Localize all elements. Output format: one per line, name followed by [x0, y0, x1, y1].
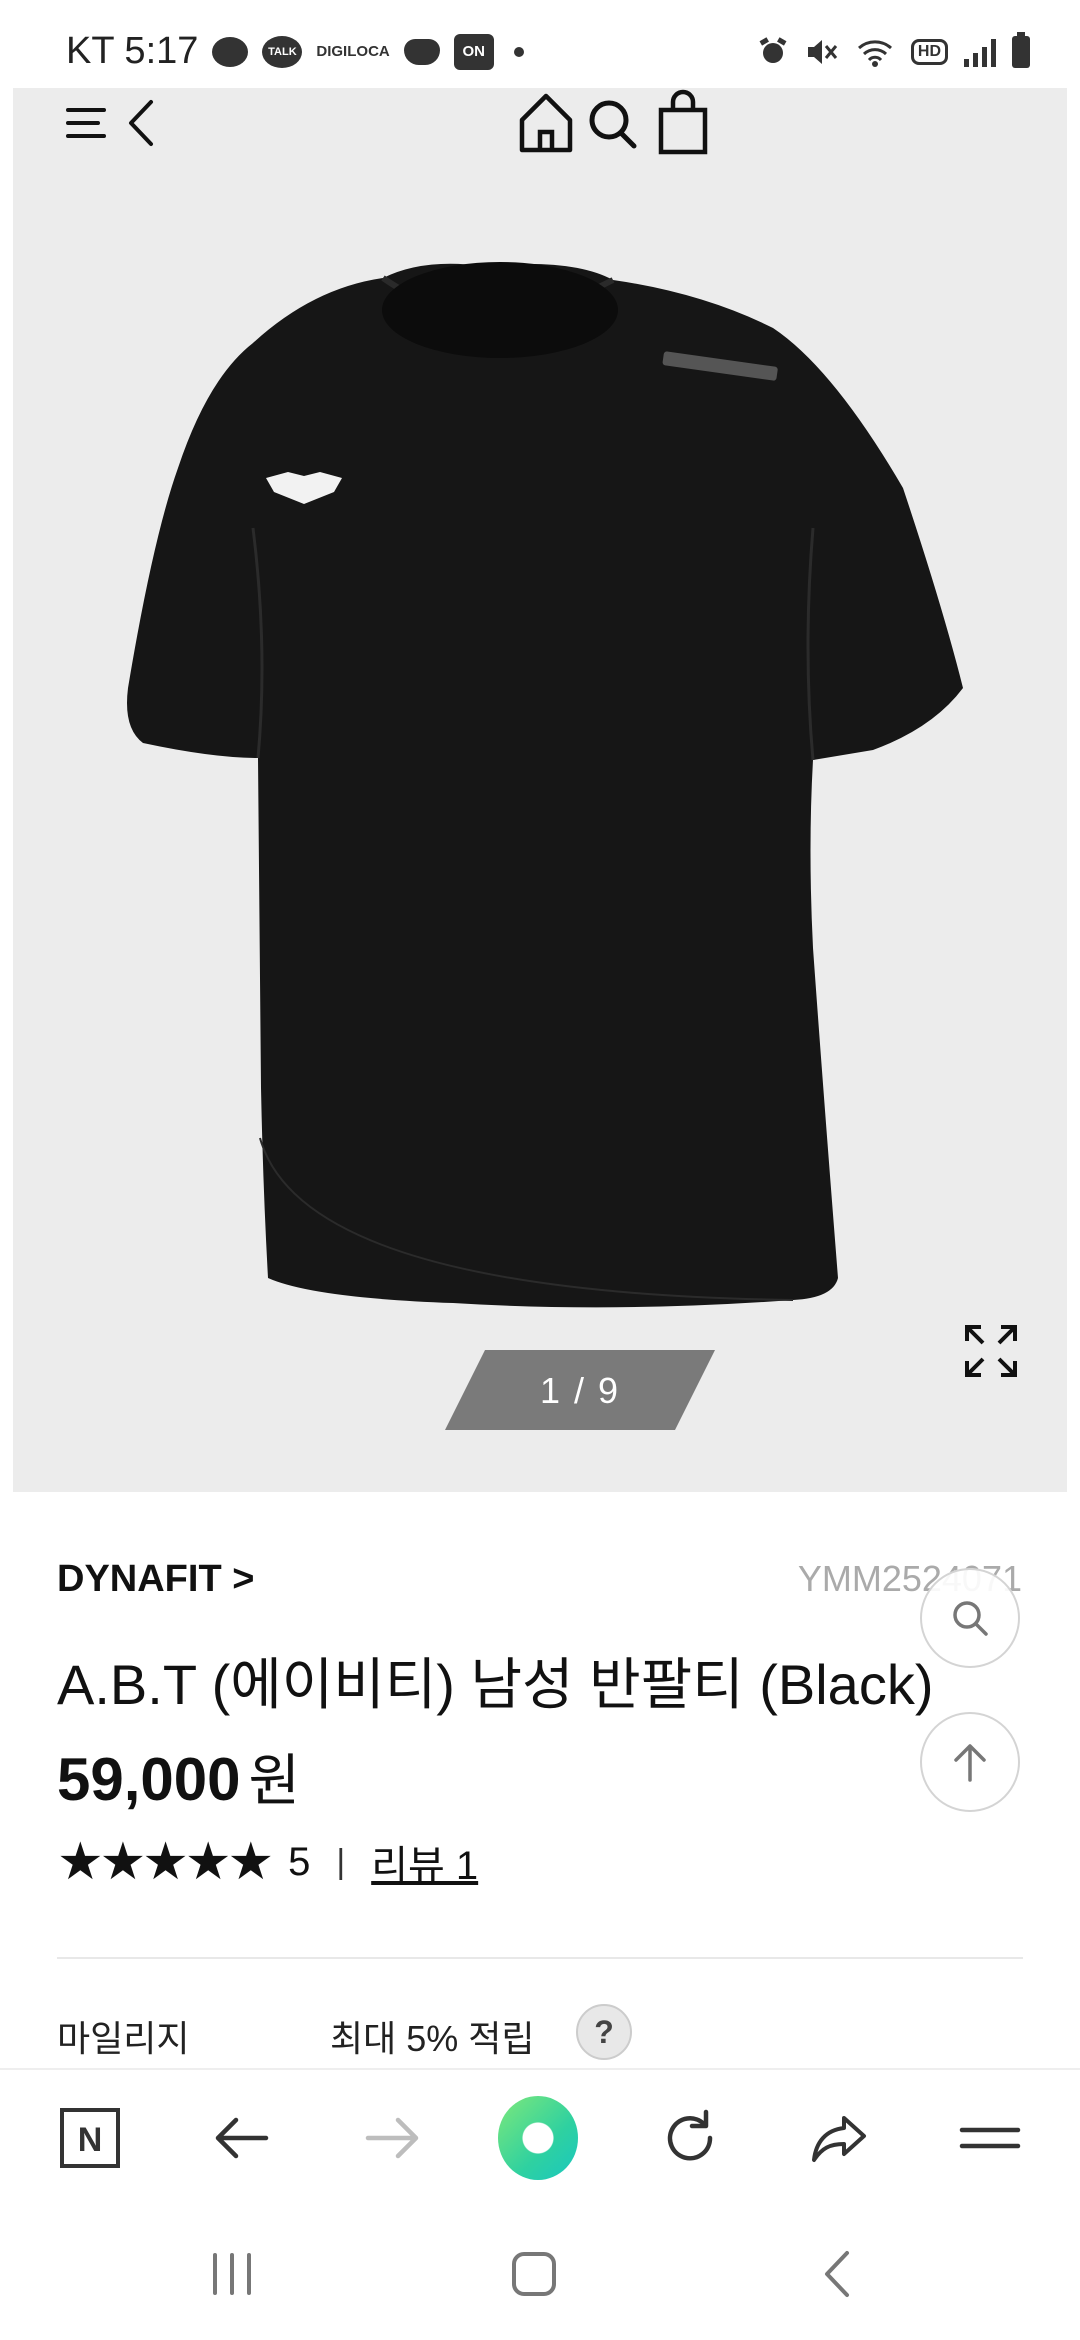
mileage-help-button[interactable]: ? — [576, 2004, 632, 2060]
menu-button[interactable] — [65, 96, 119, 155]
review-link[interactable]: 리뷰 1 — [371, 1833, 478, 1891]
mileage-value: 최대 5% 적립 — [330, 2018, 535, 2059]
naver-button[interactable]: N — [50, 2098, 130, 2178]
divider — [57, 1957, 1023, 1959]
product-image-gallery[interactable]: 1 / 9 — [13, 88, 1067, 1492]
naver-n-icon: N — [60, 2108, 120, 2168]
search-button[interactable] — [583, 88, 643, 163]
rating-value: 5 — [288, 1839, 311, 1884]
expand-button[interactable] — [963, 1323, 1019, 1384]
share-icon — [812, 2116, 866, 2162]
floating-search-button[interactable] — [920, 1568, 1020, 1668]
home-icon — [519, 93, 573, 153]
mute-icon — [807, 40, 838, 64]
home-button[interactable] — [516, 88, 576, 163]
image-counter: 1 / 9 — [445, 1350, 715, 1430]
brand-link[interactable]: DYNAFIT > — [57, 1558, 254, 1601]
rating-row: ★★★★★ 5 | 리뷰 1 — [57, 1832, 478, 1892]
expand-icon — [965, 1325, 1017, 1377]
search-icon — [953, 1601, 988, 1636]
loca-label: LOCA — [347, 43, 390, 60]
notification-dot-icon — [513, 46, 524, 57]
recent-apps-button[interactable] — [192, 2244, 272, 2304]
battery-icon — [1012, 32, 1030, 68]
game-icon — [403, 38, 440, 65]
system-back-button[interactable] — [798, 2244, 878, 2304]
image-counter-text: 1 / 9 — [539, 1370, 621, 1411]
signal-icon — [964, 37, 996, 67]
talk-label: TALK — [268, 45, 297, 58]
system-home-button[interactable] — [494, 2244, 574, 2304]
shopping-bag-icon — [658, 89, 708, 155]
product-price: 59,000 원 — [57, 1736, 300, 1817]
refresh-button[interactable] — [650, 2098, 730, 2178]
cart-button[interactable] — [653, 88, 713, 163]
wifi-icon — [857, 40, 892, 67]
chevron-left-icon — [129, 100, 153, 146]
hd-label: HD — [917, 43, 941, 60]
on-icon: ON — [453, 33, 494, 70]
product-image — [127, 262, 963, 1308]
naver-label: N — [78, 2121, 103, 2159]
share-button[interactable] — [800, 2098, 880, 2178]
kakaotalk-icon: TALK — [262, 35, 303, 68]
menu-lines-icon — [959, 2127, 1021, 2149]
back-chevron-icon — [825, 2251, 849, 2297]
arrow-up-icon — [954, 1744, 986, 1782]
price-currency: 원 — [248, 1749, 301, 1812]
back-button[interactable] — [117, 96, 171, 155]
status-time: KT 5:17 — [66, 30, 199, 72]
on-label: ON — [462, 43, 485, 60]
rating-separator: | — [336, 1842, 346, 1881]
home-square-icon — [512, 2252, 556, 2296]
search-icon — [589, 100, 637, 149]
back-arrow-icon — [215, 2117, 269, 2159]
browser-home-icon — [498, 2096, 578, 2180]
scroll-top-button[interactable] — [920, 1712, 1020, 1812]
digi-label: DIGI — [316, 43, 348, 60]
mileage-label: 마일리지 — [57, 2018, 190, 2059]
price-value: 59,000 — [57, 1746, 241, 1813]
browser-back-button[interactable] — [202, 2098, 282, 2178]
hd-icon: HD — [910, 39, 948, 65]
browser-home-button[interactable] — [498, 2096, 578, 2180]
recent-apps-icon — [213, 2253, 251, 2295]
browser-menu-button[interactable] — [950, 2098, 1030, 2178]
system-navigation-bar — [0, 2204, 1080, 2340]
status-bar: KT 5:17 TALK DIGI LOCA ON HD — [0, 0, 1080, 88]
digiloca-icon: DIGI LOCA — [316, 44, 389, 59]
star-rating-icon: ★★★★★ — [57, 1833, 274, 1891]
message-icon — [212, 36, 249, 67]
browser-forward-button[interactable] — [352, 2098, 432, 2178]
menu-icon — [66, 108, 106, 138]
alarm-icon — [759, 37, 787, 63]
browser-toolbar: N — [0, 2068, 1080, 2204]
refresh-icon — [667, 2109, 713, 2161]
forward-arrow-icon — [365, 2117, 419, 2159]
product-title: A.B.T (에이비티) 남성 반팔티 (Black) — [57, 1653, 934, 1716]
